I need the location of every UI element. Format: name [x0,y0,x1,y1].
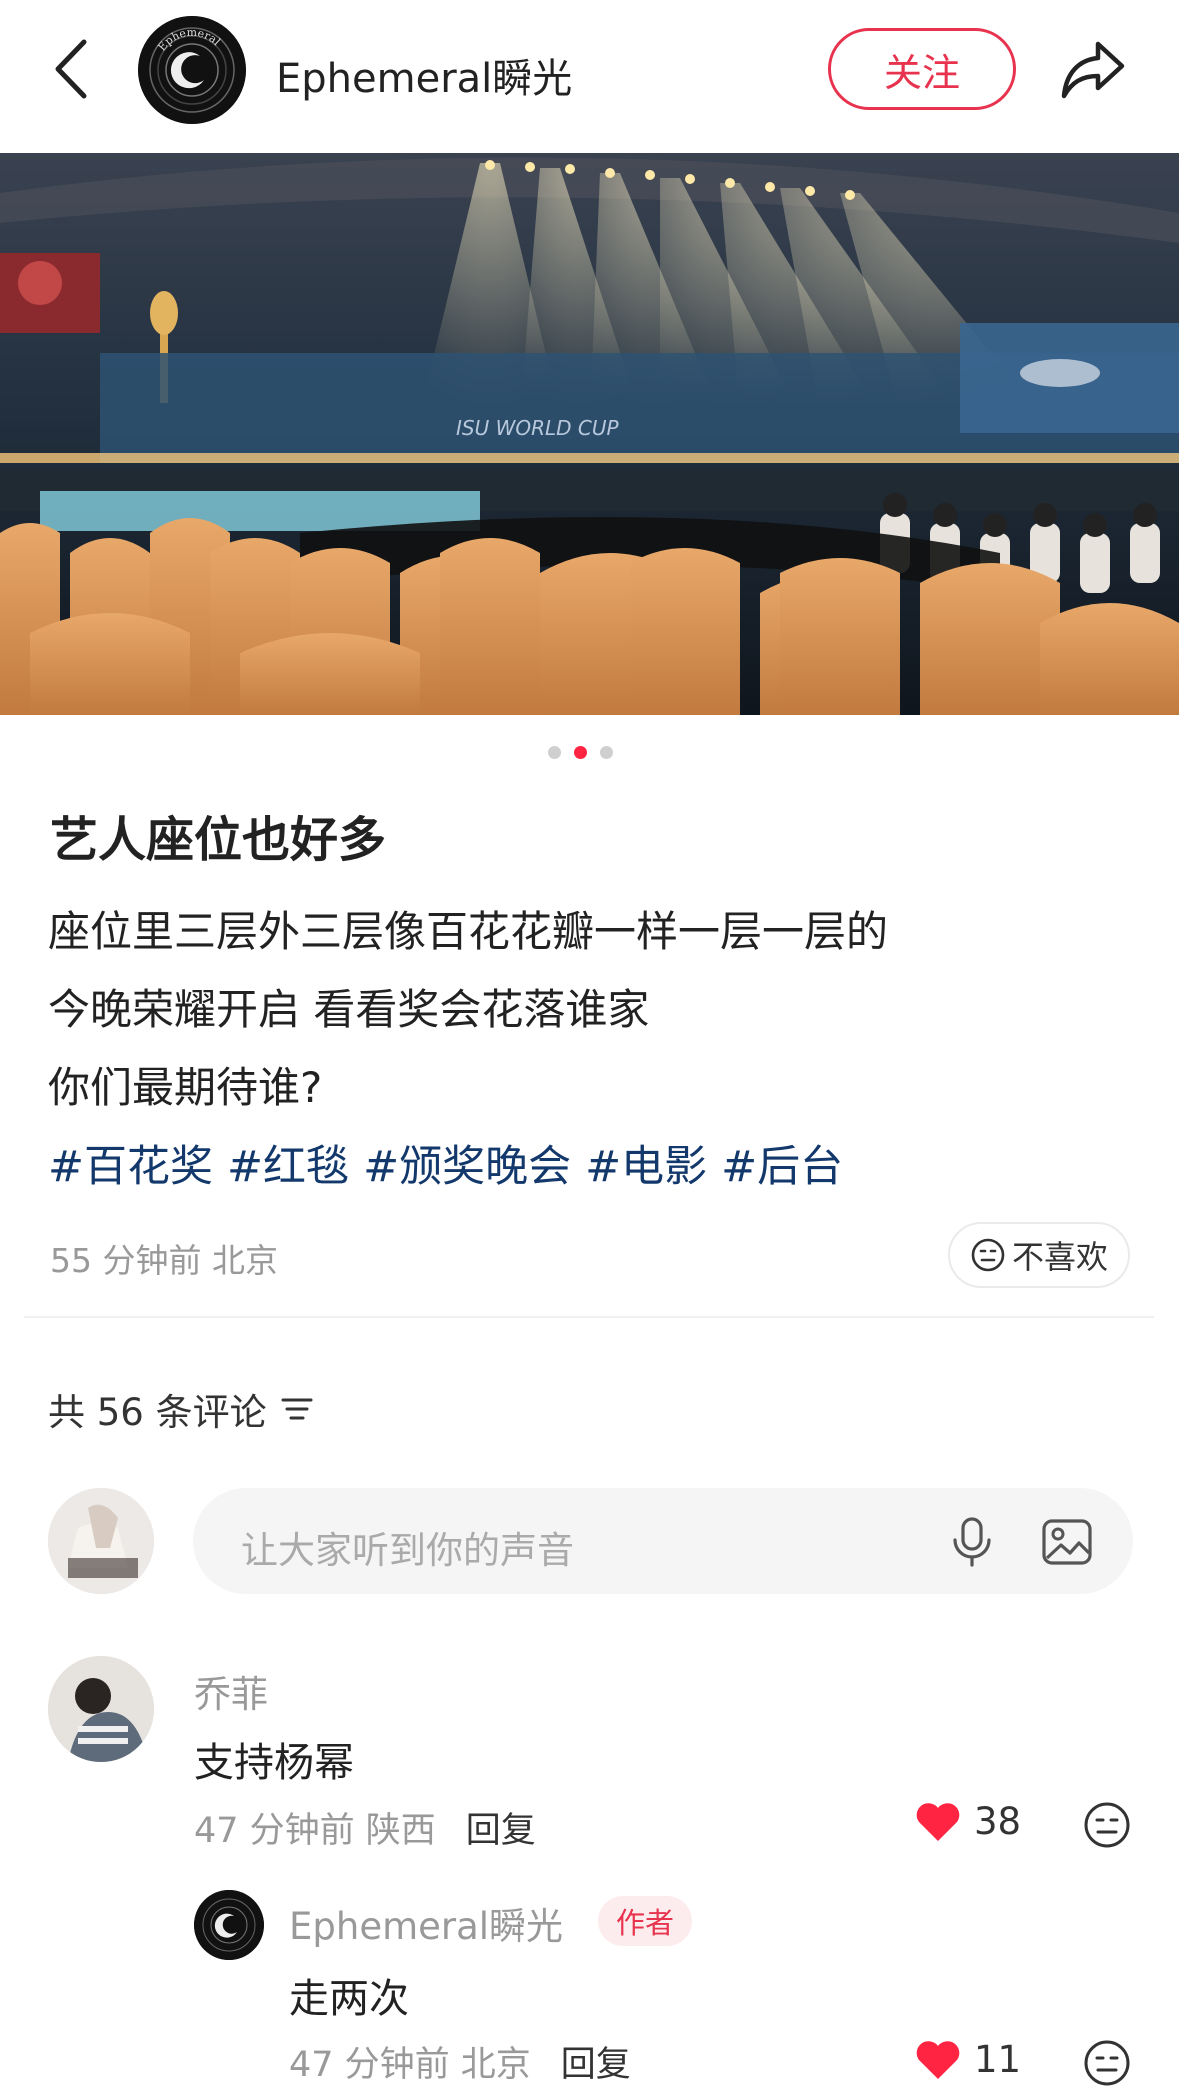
author-avatar[interactable]: Ephemeral [138,16,246,124]
reply-time-location: 47 分钟前 北京 [289,2045,531,2085]
hashtag-link[interactable]: #颁奖晚会 [363,1132,571,1194]
microphone-icon[interactable] [949,1516,995,1568]
my-avatar[interactable] [48,1488,154,1594]
comment-meta: 47 分钟前 陕西 回复 [194,1802,536,1853]
emoji-reaction-icon[interactable] [1082,1800,1132,1850]
comment-input[interactable]: 让大家听到你的声音 [193,1488,1133,1594]
divider [24,1316,1154,1318]
sort-filter-icon[interactable] [279,1394,315,1424]
author-logo: Ephemeral [138,16,246,124]
hashtag-link[interactable]: #后台 [721,1132,843,1194]
comment-count-header: 共 56 条评论 [48,1382,315,1436]
comment-count-label: 共 56 条评论 [48,1391,267,1434]
author-badge: 作者 [598,1896,693,1946]
reply-text: 走两次 [289,1976,409,2022]
like-button[interactable]: 11 [914,2038,1021,2081]
hashtag-link[interactable]: #红毯 [227,1132,349,1194]
author-name[interactable]: Ephemeral瞬光 [276,46,572,104]
comment-input-placeholder: 让大家听到你的声音 [241,1529,574,1572]
dislike-label: 不喜欢 [1011,1238,1108,1276]
carousel-dot[interactable] [548,746,561,759]
banner-text: ISU WORLD CUP [456,416,620,440]
reply-meta: 47 分钟前 北京 回复 [289,2036,631,2087]
user-avatar-image [48,1488,154,1594]
reply-author-avatar[interactable] [194,1890,264,1960]
follow-button[interactable]: 关注 [828,28,1016,110]
dislike-button[interactable]: 不喜欢 [948,1222,1130,1288]
hashtag-list: #百花奖 #红毯 #颁奖晚会 #电影 #后台 [48,1132,843,1194]
carousel-indicator [548,746,613,759]
reply-button[interactable]: 回复 [466,1811,536,1851]
comment-text: 支持杨幂 [194,1740,354,1786]
heart-icon [916,1802,960,1841]
image-picker-icon[interactable] [1041,1518,1093,1566]
neutral-face-icon [971,1238,1005,1272]
hashtag-link[interactable]: #百花奖 [48,1132,213,1194]
post-photo[interactable]: ISU WORLD CUP [0,153,1179,715]
post-title: 艺人座位也好多 [50,812,387,868]
commenter-photo [48,1656,154,1762]
reply-author-name[interactable]: Ephemeral瞬光 [289,1896,563,1950]
comment-time-location: 47 分钟前 陕西 [194,1811,436,1851]
commenter-avatar[interactable] [48,1656,154,1762]
post-meta: 55 分钟前 北京 [50,1241,278,1280]
heart-icon [916,2040,960,2079]
reply-button[interactable]: 回复 [561,2045,631,2085]
commenter-name[interactable]: 乔菲 [194,1664,268,1718]
hashtag-link[interactable]: #电影 [585,1132,707,1194]
like-count: 11 [974,2038,1022,2081]
author-logo-small [194,1890,264,1960]
post-body-line: 你们最期待谁? [48,1063,323,1112]
like-count: 38 [974,1800,1022,1843]
arena-seats-image: ISU WORLD CUP [0,153,1179,715]
top-bar: Ephemeral Ephemeral瞬光 关注 [0,0,1179,152]
carousel-dot-active[interactable] [574,746,587,759]
post-body-line: 今晚荣耀开启 看看奖会花落谁家 [48,985,650,1034]
emoji-reaction-icon[interactable] [1082,2038,1132,2088]
share-icon[interactable] [1058,36,1128,102]
carousel-dot[interactable] [600,746,613,759]
back-arrow-icon[interactable] [50,36,94,102]
like-button[interactable]: 38 [914,1800,1021,1843]
post-body-line: 座位里三层外三层像百花花瓣一样一层一层的 [48,907,889,956]
